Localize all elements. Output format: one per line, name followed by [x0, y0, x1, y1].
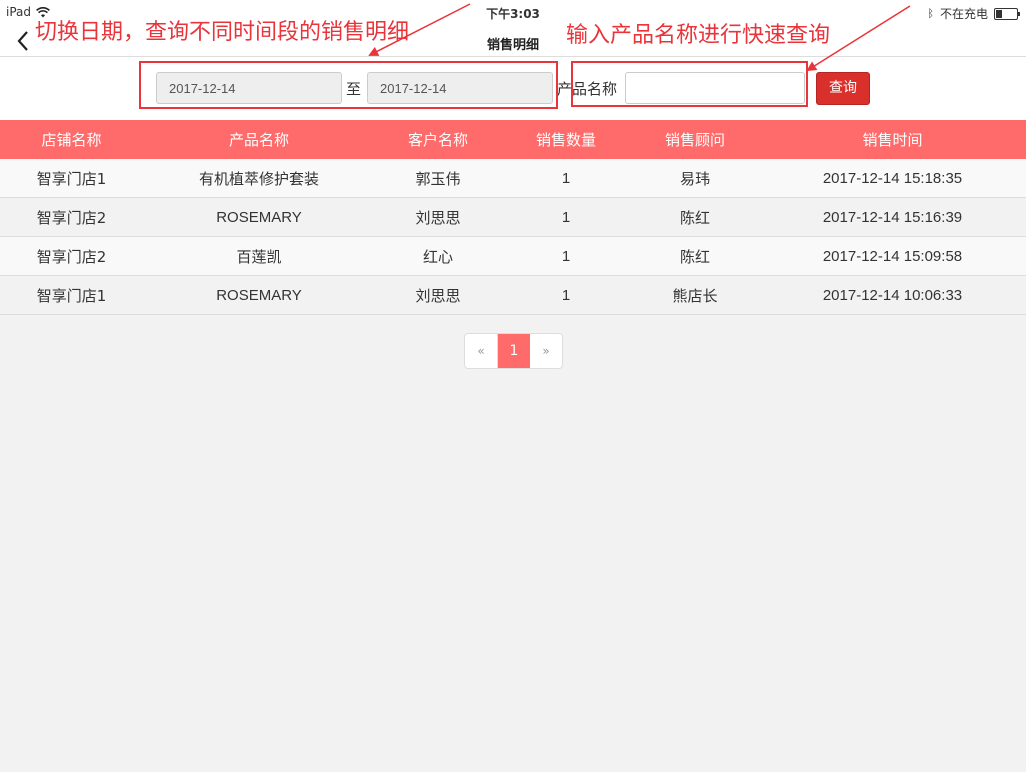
cell-time: 2017-12-14 15:09:58 [822, 247, 963, 265]
cell-time: 2017-12-14 15:18:35 [822, 169, 963, 187]
cell-quantity: 1 [561, 247, 571, 265]
cell-product: ROSEMARY [216, 208, 302, 226]
cell-store: 智享门店1 [36, 169, 107, 188]
date-range-highlight-box [139, 61, 558, 109]
battery-icon [994, 7, 1020, 20]
page-1-button[interactable]: 1 [497, 334, 530, 368]
column-header-customer: 客户名称 [407, 131, 468, 149]
cell-consultant: 陈红 [679, 208, 710, 227]
cell-consultant: 熊店长 [672, 286, 718, 305]
column-header-consultant: 销售顾问 [664, 131, 725, 149]
cell-consultant: 陈红 [679, 247, 710, 266]
table-row[interactable]: 智享门店2 ROSEMARY 刘思思 1 陈红 2017-12-14 15:16… [0, 198, 1026, 237]
prev-page-button[interactable]: « [465, 334, 497, 368]
bluetooth-icon: ᛒ [927, 7, 934, 20]
cell-store: 智享门店2 [36, 208, 107, 227]
next-page-button[interactable]: » [530, 334, 562, 368]
date-annotation-text: 切换日期，查询不同时间段的销售明细 [35, 20, 410, 45]
query-button[interactable]: 查询 [816, 72, 870, 105]
column-header-store: 店铺名称 [41, 131, 102, 149]
cell-quantity: 1 [561, 286, 571, 304]
cell-customer: 红心 [422, 247, 453, 266]
product-input-highlight-box [571, 61, 808, 107]
cell-customer: 郭玉伟 [415, 169, 461, 188]
cell-product: ROSEMARY [216, 286, 302, 304]
table-row[interactable]: 智享门店1 ROSEMARY 刘思思 1 熊店长 2017-12-14 10:0… [0, 276, 1026, 315]
cell-product: 百莲凯 [236, 247, 282, 266]
cell-customer: 刘思思 [415, 208, 461, 227]
table-row[interactable]: 智享门店1 有机植萃修护套装 郭玉伟 1 易玮 2017-12-14 15:18… [0, 159, 1026, 198]
column-header-product: 产品名称 [228, 131, 289, 149]
column-header-time: 销售时间 [862, 131, 923, 149]
pagination: « 1 » [464, 333, 563, 369]
table-row[interactable]: 智享门店2 百莲凯 红心 1 陈红 2017-12-14 15:09:58 [0, 237, 1026, 276]
cell-quantity: 1 [561, 208, 571, 226]
cell-product: 有机植萃修护套装 [198, 169, 319, 188]
sales-table: 店铺名称 产品名称 客户名称 销售数量 销售顾问 销售时间 智享门店1 有机植萃… [0, 120, 1026, 315]
cell-customer: 刘思思 [415, 286, 461, 305]
table-header: 店铺名称 产品名称 客户名称 销售数量 销售顾问 销售时间 [0, 120, 1026, 159]
product-annotation-text: 输入产品名称进行快速查询 [566, 23, 831, 48]
cell-store: 智享门店1 [36, 286, 107, 305]
cell-consultant: 易玮 [679, 169, 710, 188]
charge-status: 不在充电 [939, 7, 988, 21]
cell-store: 智享门店2 [36, 247, 107, 266]
cell-quantity: 1 [561, 169, 571, 187]
column-header-quantity: 销售数量 [535, 131, 596, 149]
cell-time: 2017-12-14 15:16:39 [822, 208, 963, 226]
cell-time: 2017-12-14 10:06:33 [822, 286, 963, 304]
